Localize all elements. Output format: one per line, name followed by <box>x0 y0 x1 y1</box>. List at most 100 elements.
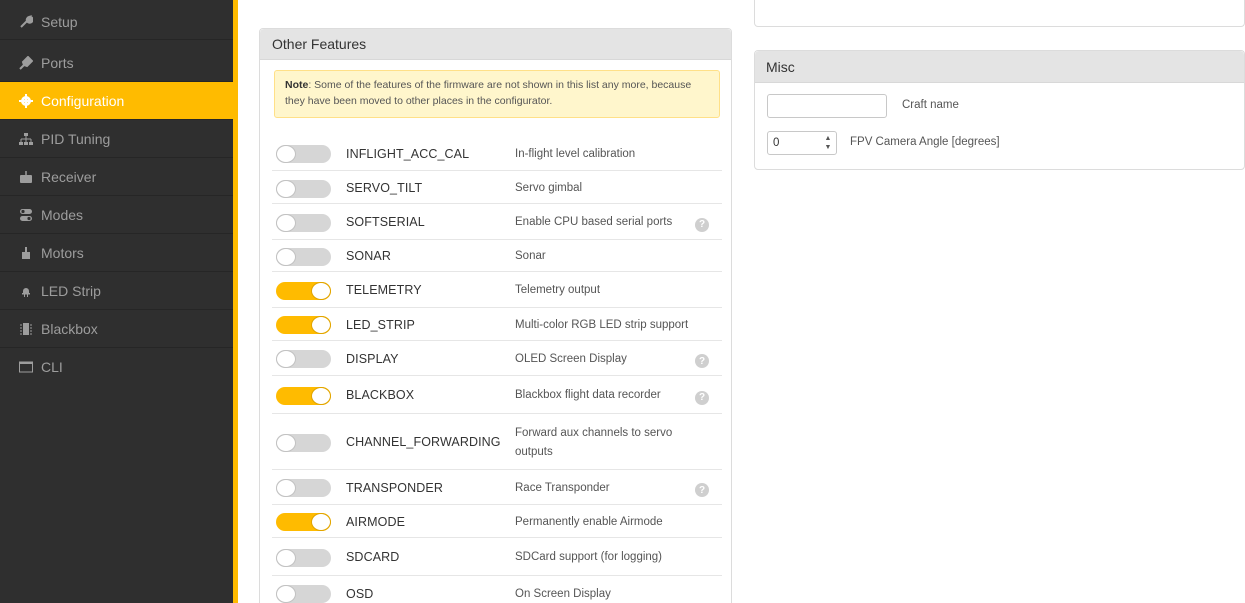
feature-name: SDCARD <box>346 550 400 564</box>
feature-toggle[interactable] <box>276 179 331 198</box>
feature-toggle[interactable] <box>276 350 331 368</box>
blackbox-icon <box>18 321 34 337</box>
feature-description: Servo gimbal <box>515 182 583 194</box>
feature-name: SONAR <box>346 249 391 263</box>
feature-toggle[interactable] <box>276 548 331 567</box>
feature-description: Permanently enable Airmode <box>515 515 663 528</box>
misc-panel: Misc Craft name 0 ▲ ▼ FPV Camera Angle [d… <box>754 50 1245 170</box>
feature-toggle[interactable] <box>276 316 331 334</box>
sidebar-item-led-strip[interactable]: LED Strip <box>0 272 233 310</box>
feature-toggle[interactable] <box>276 585 331 603</box>
receiver-icon <box>18 169 34 185</box>
feature-toggle[interactable] <box>276 479 331 497</box>
feature-name: BLACKBOX <box>346 388 415 402</box>
feature-row-telemetry: TELEMETRY Telemetry output <box>272 273 722 308</box>
sidebar: Setup Ports Configuration PID Tuning Rec… <box>0 0 233 603</box>
plug-icon <box>18 55 34 71</box>
feature-name: DISPLAY <box>346 351 399 366</box>
help-icon[interactable]: ? <box>695 354 709 368</box>
sidebar-item-label: Blackbox <box>41 320 98 337</box>
sidebar-item-label: Receiver <box>41 168 97 185</box>
feature-description: Multi-color RGB LED strip support <box>515 318 689 331</box>
sidebar-item-ports[interactable]: Ports <box>0 44 233 82</box>
craft-name-input[interactable] <box>767 94 887 118</box>
feature-description: Blackbox flight data recorder <box>515 389 661 401</box>
camera-angle-value: 0 <box>773 137 780 149</box>
configurator-app: Setup Ports Configuration PID Tuning Rec… <box>0 0 1245 603</box>
other-features-panel: Other Features Note: Some of the feature… <box>259 28 732 603</box>
feature-description: Telemetry output <box>515 284 601 296</box>
toggles-icon <box>18 207 34 223</box>
help-icon[interactable]: ? <box>695 483 709 497</box>
camera-angle-label: FPV Camera Angle [degrees] <box>850 136 1000 148</box>
toggle-knob <box>276 247 296 266</box>
sitemap-icon <box>18 131 34 147</box>
features-note: Note: Some of the features of the firmwa… <box>274 70 720 118</box>
toggle-knob <box>276 548 296 567</box>
sidebar-item-label: PID Tuning <box>41 130 111 147</box>
help-icon[interactable]: ? <box>695 217 709 232</box>
toggle-knob <box>276 145 296 163</box>
feature-description: OLED Screen Display <box>515 352 627 365</box>
feature-row-inflight-acc-cal: INFLIGHT_ACC_CAL In-flight level calibrat… <box>272 137 722 171</box>
sidebar-item-label: Motors <box>41 244 84 261</box>
feature-description: Race Transponder <box>515 481 610 494</box>
toggle-knob <box>311 386 331 405</box>
motor-icon <box>18 245 34 261</box>
help-icon[interactable]: ? <box>695 390 709 405</box>
feature-description: On Screen Display <box>515 587 611 600</box>
toggle-knob <box>276 179 296 198</box>
feature-name: SOFTSERIAL <box>346 215 425 229</box>
feature-row-sonar: SONAR Sonar <box>272 241 722 272</box>
sidebar-item-modes[interactable]: Modes <box>0 196 233 234</box>
note-text: : Some of the features of the firmware a… <box>285 79 692 107</box>
feature-row-airmode: AIRMODE Permanently enable Airmode <box>272 506 722 538</box>
feature-row-display: DISPLAY OLED Screen Display? <box>272 342 722 376</box>
toggle-knob <box>276 479 296 497</box>
feature-description: Sonar <box>515 250 546 262</box>
feature-toggle[interactable] <box>276 247 331 266</box>
feature-toggle[interactable] <box>276 145 331 163</box>
sidebar-item-blackbox[interactable]: Blackbox <box>0 310 233 348</box>
feature-name: AIRMODE <box>346 514 406 529</box>
feature-name: INFLIGHT_ACC_CAL <box>346 146 470 161</box>
feature-name: OSD <box>346 586 374 601</box>
feature-description: Forward aux channels to servo outputs <box>515 426 673 458</box>
spinner-arrows-icon[interactable]: ▲ ▼ <box>823 135 833 151</box>
sidebar-item-pid-tuning[interactable]: PID Tuning <box>0 120 233 158</box>
feature-toggle[interactable] <box>276 433 331 452</box>
toggle-knob <box>311 513 331 531</box>
feature-description: In-flight level calibration <box>515 147 636 160</box>
toggle-knob <box>276 433 296 452</box>
sidebar-item-motors[interactable]: Motors <box>0 234 233 272</box>
feature-toggle[interactable] <box>276 281 331 300</box>
feature-row-softserial: SOFTSERIAL Enable CPU based serial ports? <box>272 205 722 240</box>
led-icon <box>18 283 34 299</box>
previous-panel-bottom <box>754 0 1245 27</box>
feature-toggle[interactable] <box>276 513 331 531</box>
sidebar-item-receiver[interactable]: Receiver <box>0 158 233 196</box>
sidebar-accent-bar <box>233 0 238 603</box>
toggle-knob <box>276 213 296 232</box>
sidebar-item-cli[interactable]: CLI <box>0 348 233 386</box>
sidebar-item-label: Ports <box>41 54 74 71</box>
sidebar-item-label: LED Strip <box>41 282 101 299</box>
wrench-icon <box>18 14 34 30</box>
feature-name: TRANSPONDER <box>346 480 443 495</box>
sidebar-item-label: Configuration <box>41 92 125 109</box>
toggle-knob <box>311 281 331 300</box>
feature-row-osd: OSD On Screen Display <box>272 577 722 603</box>
feature-description: SDCard support (for logging) <box>515 551 663 563</box>
toggle-knob <box>276 350 296 368</box>
sidebar-item-configuration[interactable]: Configuration <box>0 82 233 120</box>
feature-toggle[interactable] <box>276 213 331 232</box>
feature-name: CHANNEL_FORWARDING <box>346 435 501 449</box>
feature-toggle[interactable] <box>276 386 331 405</box>
craft-name-label: Craft name <box>902 99 959 111</box>
feature-name: SERVO_TILT <box>346 181 423 195</box>
feature-row-led-strip: LED_STRIP Multi-color RGB LED strip suppo… <box>272 309 722 341</box>
toggle-knob <box>311 316 331 334</box>
camera-angle-input[interactable]: 0 ▲ ▼ <box>767 131 837 155</box>
sidebar-item-setup[interactable]: Setup <box>0 4 233 40</box>
feature-row-servo-tilt: SERVO_TILT Servo gimbal <box>272 173 722 204</box>
